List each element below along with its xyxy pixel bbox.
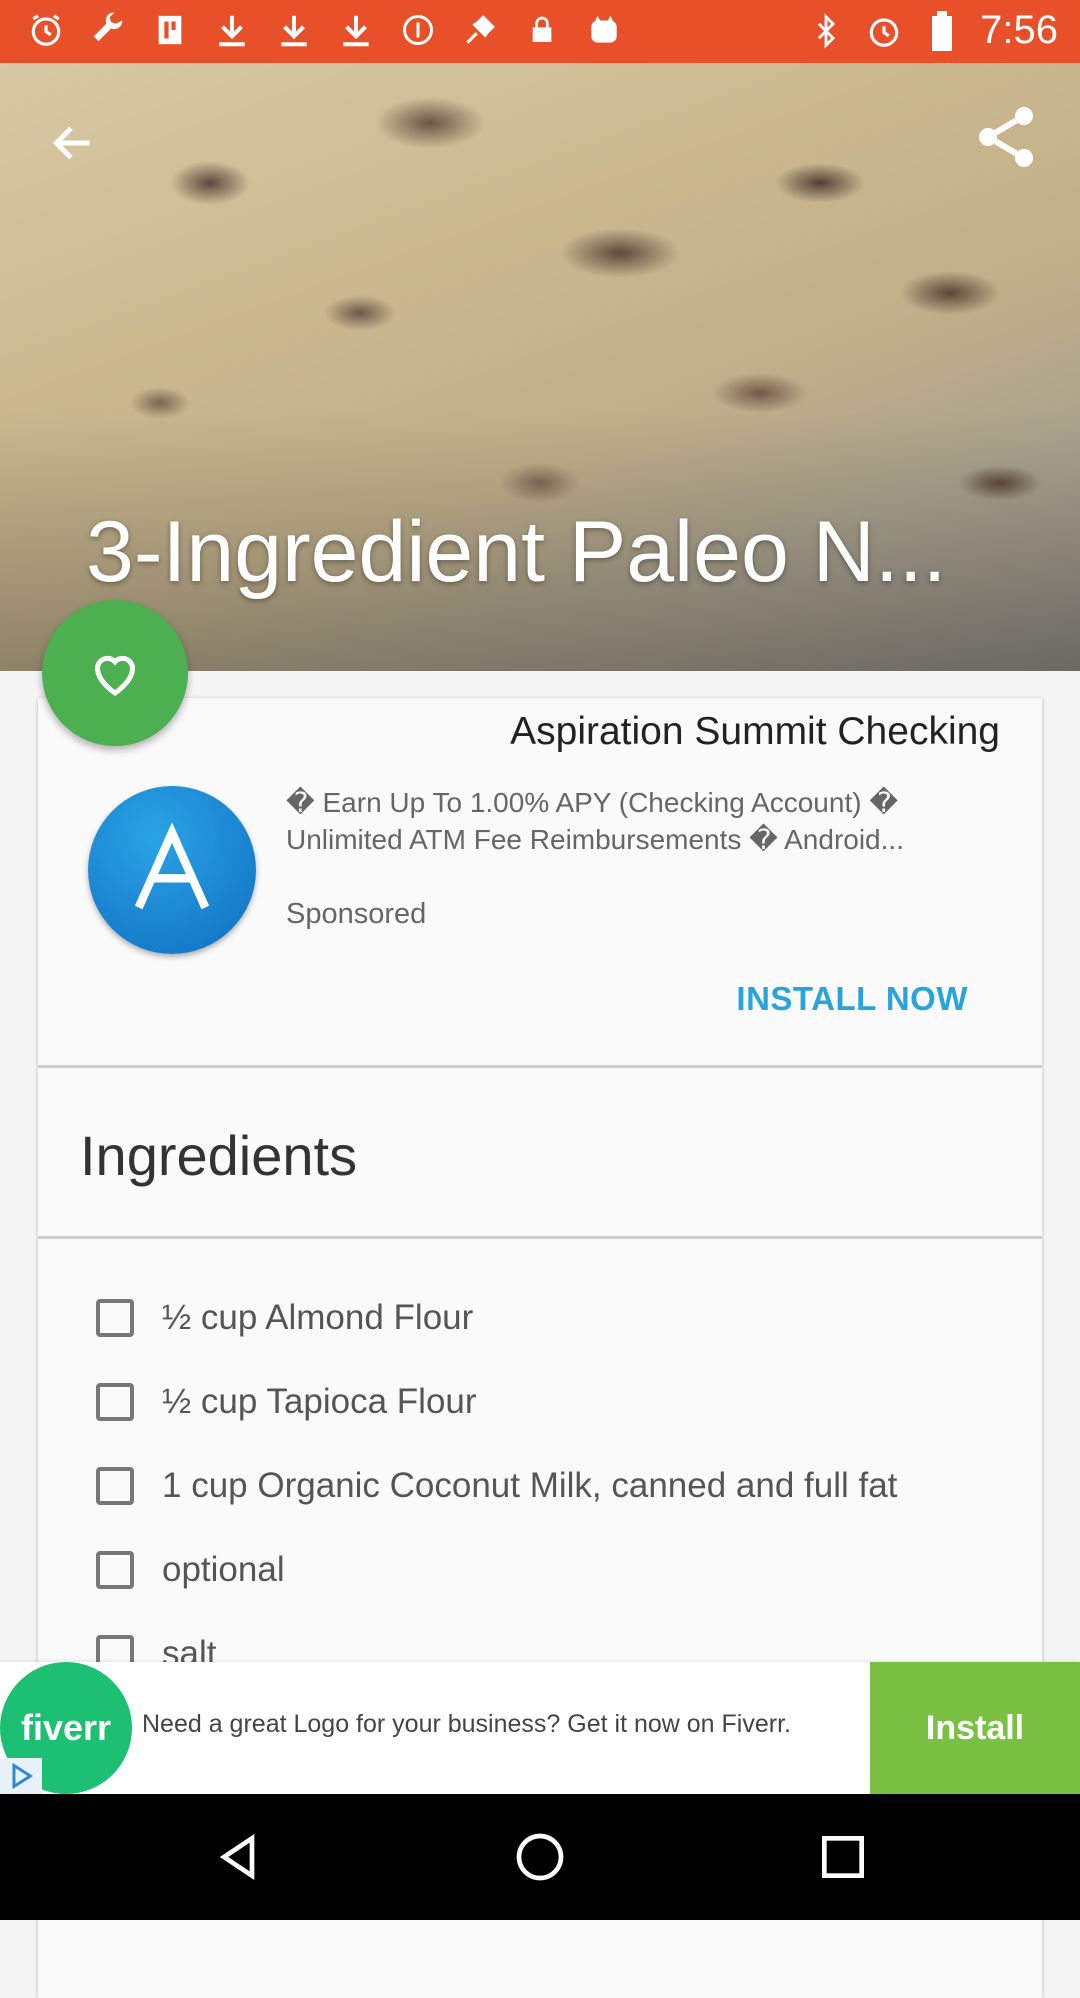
banner-text[interactable]: Need a great Logo for your business? Get… (142, 1710, 791, 1739)
recipe-hero-image: 3-Ingredient Paleo N... (0, 63, 1080, 671)
ingredient-item[interactable]: 1 cup Organic Coconut Milk, canned and f… (96, 1466, 897, 1506)
battery-icon (922, 10, 962, 51)
ingredients-heading: Ingredients (80, 1124, 358, 1187)
ad-app-logo[interactable] (88, 786, 256, 954)
ad-description: � Earn Up To 1.00% APY (Checking Account… (286, 787, 904, 855)
ingredient-item[interactable]: ½ cup Tapioca Flour (96, 1382, 477, 1422)
ad-sponsored-label: Sponsored (286, 898, 427, 930)
nav-home-button[interactable] (512, 1829, 568, 1885)
aspiration-logo-icon (134, 822, 210, 910)
ingredient-label: optional (162, 1550, 285, 1589)
nav-back-button[interactable] (210, 1829, 266, 1885)
download-icon (274, 10, 314, 50)
home-circle-icon (516, 1833, 564, 1881)
banner-install-button[interactable]: Install (870, 1662, 1080, 1794)
recents-square-icon (822, 1836, 864, 1878)
back-triangle-icon (219, 1833, 255, 1881)
navigation-bar (0, 1794, 1080, 1920)
satellite-icon (460, 10, 500, 50)
adchoices-icon[interactable] (0, 1758, 42, 1794)
install-now-button[interactable]: INSTALL NOW (736, 980, 968, 1018)
alarm-icon (864, 11, 904, 51)
alarm-icon (26, 10, 66, 50)
status-bar: 7:56 (0, 0, 1080, 63)
notification-icons (26, 10, 624, 50)
back-arrow-icon (52, 126, 90, 160)
recipe-title: 3-Ingredient Paleo N... (86, 504, 947, 600)
ingredient-checkbox[interactable] (96, 1299, 134, 1337)
download-icon (212, 10, 252, 50)
bluetooth-icon (806, 11, 846, 51)
share-icon (979, 107, 1033, 167)
nav-recents-button[interactable] (815, 1829, 871, 1885)
info-circle-icon (398, 10, 438, 50)
ingredient-label: 1 cup Organic Coconut Milk, canned and f… (162, 1466, 898, 1505)
fork-icon (150, 10, 190, 50)
ingredient-label: ½ cup Tapioca Flour (162, 1382, 477, 1421)
ingredient-item[interactable]: ½ cup Almond Flour (96, 1298, 473, 1338)
heart-icon (94, 655, 136, 696)
favorite-button[interactable] (42, 600, 188, 746)
status-time: 7:56 (980, 8, 1058, 52)
back-button[interactable] (48, 118, 98, 168)
ad-title[interactable]: Aspiration Summit Checking (510, 710, 1000, 754)
share-button[interactable] (970, 101, 1042, 173)
ingredient-checkbox[interactable] (96, 1467, 134, 1505)
ingredient-checkbox[interactable] (96, 1551, 134, 1589)
cat-icon (584, 10, 624, 50)
system-icons: 7:56 (806, 8, 1058, 53)
download-icon (336, 10, 376, 50)
ad-banner[interactable]: fiverr Need a great Logo for your busine… (0, 1662, 1080, 1794)
ingredient-label: ½ cup Almond Flour (162, 1298, 474, 1337)
divider (38, 1236, 1042, 1239)
lock-icon (522, 10, 562, 50)
wrench-icon (88, 10, 128, 50)
ingredient-item[interactable]: optional (96, 1550, 285, 1590)
ingredient-checkbox[interactable] (96, 1383, 134, 1421)
divider (38, 1065, 1042, 1068)
